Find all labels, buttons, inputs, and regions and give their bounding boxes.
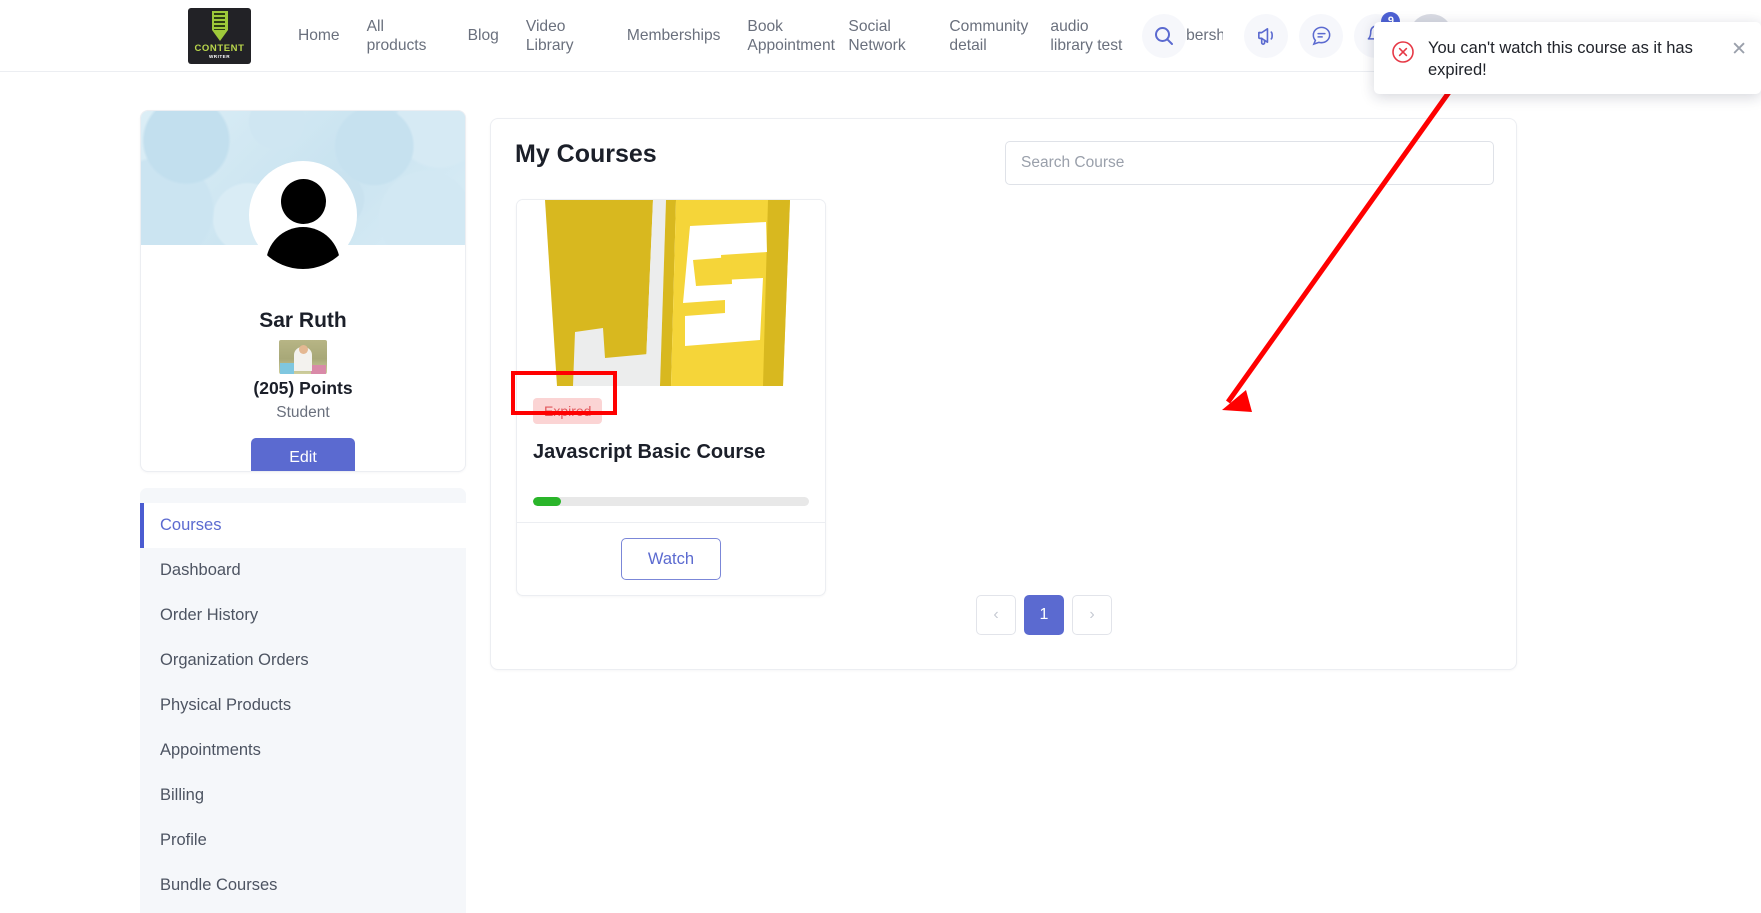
watch-button[interactable]: Watch (621, 538, 721, 580)
edit-profile-button[interactable]: Edit (251, 438, 355, 471)
main-navigation: Home All products Blog Video Library Mem… (298, 17, 1231, 55)
course-title: Javascript Basic Course (533, 441, 766, 463)
my-courses-panel: My Courses Expired Javascript Basic (490, 118, 1517, 670)
sidebar-item-order-history[interactable]: Order History (140, 593, 466, 638)
profile-card: Sar Ruth (205) Points Student Edit (140, 110, 466, 472)
search-icon[interactable] (1142, 14, 1186, 58)
nav-item-blog[interactable]: Blog (468, 26, 499, 45)
page-title: My Courses (515, 140, 657, 168)
chat-bubble-icon[interactable] (1299, 13, 1344, 58)
course-progress-fill (533, 497, 561, 506)
pagination-prev-button[interactable]: ‹ (976, 595, 1016, 635)
nav-item-audio-library-test[interactable]: audio library test (1050, 17, 1124, 55)
nav-item-video-library[interactable]: Video Library (526, 17, 600, 55)
sidebar-item-organization-orders[interactable]: Organization Orders (140, 638, 466, 683)
pagination: ‹ 1 › (976, 595, 1112, 635)
nav-item-community-detail[interactable]: Community detail (949, 17, 1028, 55)
sidebar-item-physical-products[interactable]: Physical Products (140, 683, 466, 728)
sidebar-item-profile[interactable]: Profile (140, 818, 466, 863)
profile-role: Student (276, 404, 330, 421)
sidebar-item-courses[interactable]: Courses (140, 503, 466, 548)
course-card-footer: Watch (517, 522, 825, 595)
nav-item-book-appointment[interactable]: Book Appointment (747, 17, 835, 55)
avatar (249, 161, 357, 269)
logo-text-primary: CONTENT (194, 42, 245, 54)
pen-logo-icon (209, 10, 231, 41)
nav-item-memberships[interactable]: Memberships (627, 26, 721, 45)
course-body: Expired Javascript Basic Course (517, 386, 825, 506)
javascript-logo-image (517, 200, 825, 386)
page-root: CONTENT WRITER Home All products Blog Vi… (0, 0, 1761, 913)
sidebar-item-bundle-courses[interactable]: Bundle Courses (140, 863, 466, 908)
course-progress-bar (533, 497, 809, 506)
sidebar-item-appointments[interactable]: Appointments (140, 728, 466, 773)
error-circle-icon (1391, 40, 1415, 69)
status-badge: Expired (533, 398, 603, 424)
profile-name: Sar Ruth (259, 309, 347, 332)
close-icon[interactable]: ✕ (1731, 40, 1747, 59)
megaphone-icon[interactable] (1244, 13, 1289, 58)
nav-item-all-products[interactable]: All products (367, 17, 441, 55)
sidebar-item-dashboard[interactable]: Dashboard (140, 548, 466, 593)
site-logo[interactable]: CONTENT WRITER (188, 7, 251, 64)
toast-message: You can't watch this course as it has ex… (1428, 39, 1693, 79)
course-card[interactable]: Expired Javascript Basic Course Watch (516, 199, 826, 596)
nav-item-home[interactable]: Home (298, 26, 340, 45)
logo-text-secondary: WRITER (208, 54, 231, 60)
profile-points: (205) Points (253, 378, 353, 398)
pagination-next-button[interactable]: › (1072, 595, 1112, 635)
profile-banner (141, 111, 465, 269)
pagination-page-1[interactable]: 1 (1024, 595, 1064, 635)
points-badge-image (279, 340, 327, 374)
error-toast: You can't watch this course as it has ex… (1374, 22, 1761, 94)
account-sidebar: Courses Dashboard Order History Organiza… (140, 488, 466, 913)
nav-item-social-network[interactable]: Social Network (848, 17, 922, 55)
sidebar-item-billing[interactable]: Billing (140, 773, 466, 818)
search-input[interactable] (1005, 141, 1494, 185)
